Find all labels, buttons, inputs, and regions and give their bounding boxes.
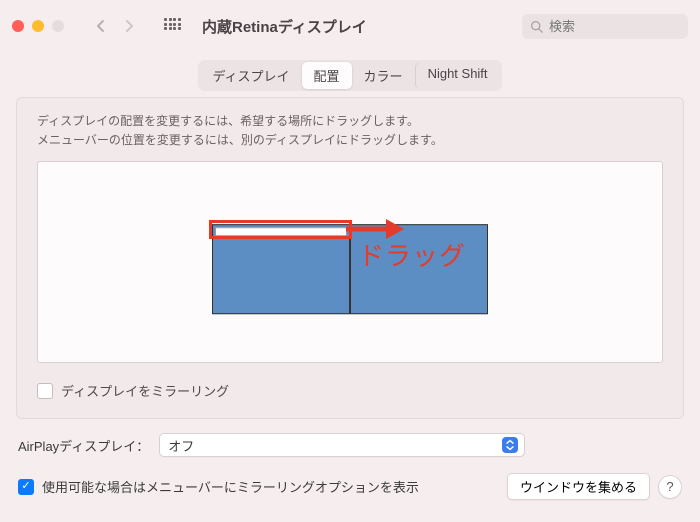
- zoom-window-button[interactable]: [52, 20, 64, 32]
- select-stepper-icon: [502, 437, 518, 453]
- menubar-handle[interactable]: [215, 227, 347, 236]
- tab-arrangement[interactable]: 配置: [302, 62, 352, 89]
- display-primary[interactable]: [212, 224, 350, 314]
- bottom-row: 使用可能な場合はメニューバーにミラーリングオプションを表示 ウインドウを集める …: [18, 473, 682, 500]
- tab-night-shift[interactable]: Night Shift: [415, 62, 500, 89]
- mirror-checkbox[interactable]: [37, 383, 53, 399]
- tab-bar: ディスプレイ 配置 カラー Night Shift: [16, 60, 684, 91]
- search-icon: [530, 20, 543, 33]
- instruction-line-2: メニューバーの位置を変更するには、別のディスプレイにドラッグします。: [37, 131, 663, 150]
- mirror-label: ディスプレイをミラーリング: [61, 381, 229, 400]
- menubar-option-checkbox[interactable]: [18, 479, 34, 495]
- search-input[interactable]: [547, 18, 680, 35]
- airplay-row: AirPlayディスプレイ： オフ: [18, 433, 682, 457]
- menubar-option-label: 使用可能な場合はメニューバーにミラーリングオプションを表示: [42, 477, 419, 496]
- show-all-prefs-button[interactable]: [158, 14, 186, 38]
- minimize-window-button[interactable]: [32, 20, 44, 32]
- search-field[interactable]: [522, 14, 688, 39]
- tab-display[interactable]: ディスプレイ: [200, 62, 301, 89]
- nav-buttons: [88, 14, 142, 38]
- instruction-line-1: ディスプレイの配置を変更するには、希望する場所にドラッグします。: [37, 112, 663, 131]
- tab-color[interactable]: カラー: [352, 62, 415, 89]
- segmented-control: ディスプレイ 配置 カラー Night Shift: [198, 60, 501, 91]
- window-title: 内蔵Retinaディスプレイ: [202, 16, 367, 37]
- window-controls: [12, 20, 64, 32]
- grid-icon: [164, 18, 180, 34]
- airplay-value: オフ: [168, 436, 194, 455]
- forward-button[interactable]: [116, 14, 142, 38]
- window-toolbar: 内蔵Retinaディスプレイ: [0, 0, 700, 52]
- display-secondary[interactable]: [350, 224, 488, 314]
- instruction-text: ディスプレイの配置を変更するには、希望する場所にドラッグします。 メニューバーの…: [37, 112, 663, 149]
- mirror-row: ディスプレイをミラーリング: [37, 381, 663, 400]
- close-window-button[interactable]: [12, 20, 24, 32]
- display-group: [212, 224, 488, 314]
- airplay-select[interactable]: オフ: [159, 433, 525, 457]
- arrangement-panel: ディスプレイの配置を変更するには、希望する場所にドラッグします。 メニューバーの…: [16, 97, 684, 419]
- footer: AirPlayディスプレイ： オフ 使用可能な場合はメニューバーにミラーリングオ…: [0, 419, 700, 500]
- help-button[interactable]: ?: [658, 475, 682, 499]
- airplay-label: AirPlayディスプレイ：: [18, 436, 149, 455]
- arrangement-area[interactable]: ドラッグ: [37, 161, 663, 363]
- gather-windows-button[interactable]: ウインドウを集める: [507, 473, 650, 500]
- back-button[interactable]: [88, 14, 114, 38]
